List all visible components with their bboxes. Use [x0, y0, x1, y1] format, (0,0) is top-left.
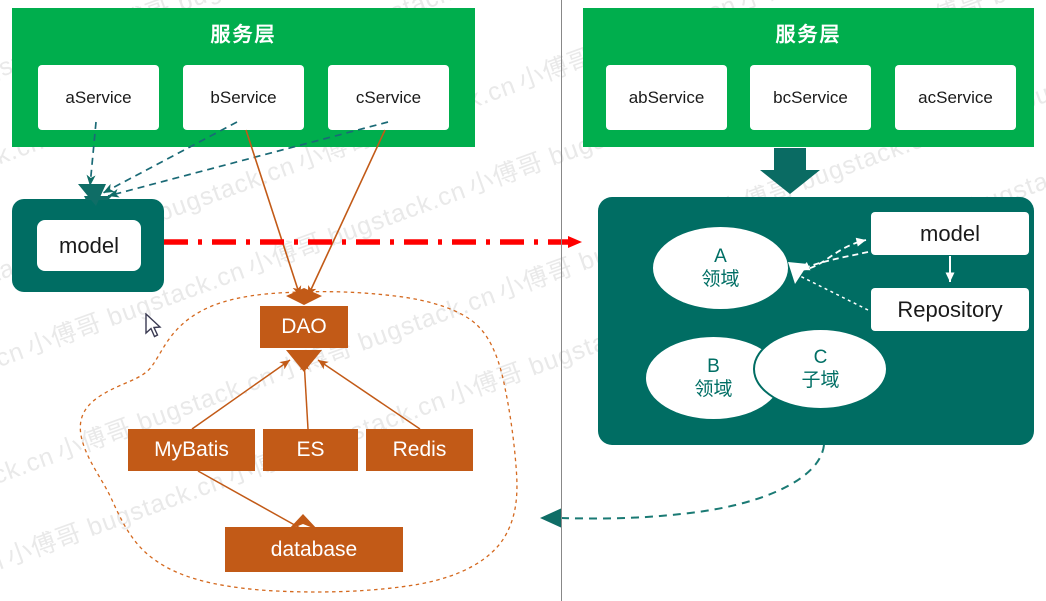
domain-letter: B: [707, 355, 720, 377]
dao-bottom-arrowhead: [286, 350, 322, 372]
service-box-aservice[interactable]: aService: [38, 65, 159, 130]
domain-model-chip[interactable]: model: [871, 212, 1029, 255]
right-service-layer-panel: 服务层 abService bcService acService: [583, 8, 1034, 147]
left-service-to-dao-connectors: [245, 129, 386, 305]
store-box-redis[interactable]: Redis: [366, 429, 473, 471]
model-label: model: [920, 220, 980, 246]
service-label: cService: [355, 87, 422, 107]
domain-name: 领域: [694, 378, 733, 400]
repository-chip[interactable]: Repository: [871, 288, 1029, 331]
feedback-arrowhead: [540, 508, 562, 528]
cservice-to-dao-solid: [307, 129, 386, 297]
service-label: acService: [918, 87, 993, 107]
service-label: abService: [628, 87, 705, 107]
mybatis-to-database-solid: [197, 470, 301, 529]
domain-ellipse-a[interactable]: A 领域: [653, 227, 788, 309]
right-domain-container: A 领域 B 领域 C 子域 model Repository: [598, 197, 1034, 445]
database-label: database: [270, 537, 358, 561]
store-label: MyBatis: [154, 438, 229, 461]
service-box-bservice[interactable]: bService: [183, 65, 304, 130]
domain-ellipse-c[interactable]: C 子域: [753, 328, 888, 410]
domain-letter: A: [714, 245, 727, 267]
mouse-cursor-icon: [145, 313, 162, 338]
model-label: model: [59, 232, 119, 258]
service-label: aService: [65, 87, 132, 107]
store-box-mybatis[interactable]: MyBatis: [128, 429, 255, 471]
service-label: bService: [210, 87, 277, 107]
dao-label: DAO: [281, 315, 327, 338]
service-box-bcservice[interactable]: bcService: [750, 65, 871, 130]
store-label: ES: [296, 438, 325, 461]
bservice-to-dao-solid: [245, 129, 302, 297]
diagram-canvas: 小傅哥 bugstack.cn小傅哥 bugstack.cn小傅哥 bugsta…: [0, 0, 1046, 601]
model-chip[interactable]: model: [37, 220, 141, 271]
thick-down-arrow-icon: [760, 148, 820, 194]
domain-letter: C: [813, 346, 828, 368]
repository-label: Repository: [897, 296, 1003, 322]
store-box-es[interactable]: ES: [263, 429, 358, 471]
domain-name: 子域: [801, 369, 840, 391]
panel-divider: [561, 0, 562, 601]
dao-top-arrowhead: [286, 288, 322, 305]
left-service-layer-title: 服务层: [210, 24, 277, 46]
service-box-acservice[interactable]: acService: [895, 65, 1016, 130]
database-box[interactable]: database: [225, 527, 403, 572]
domain-to-dao-cluster-dashed-curve: [559, 444, 825, 520]
right-service-to-domain-arrow: [760, 148, 820, 194]
dao-box[interactable]: DAO: [260, 306, 348, 348]
right-to-left-feedback-connector: [540, 444, 825, 528]
right-service-layer-title: 服务层: [775, 24, 842, 46]
store-label: Redis: [392, 438, 447, 461]
service-label: bcService: [773, 87, 848, 107]
service-box-cservice[interactable]: cService: [328, 65, 449, 130]
left-model-container: model: [12, 199, 164, 292]
es-to-dao-solid: [300, 359, 310, 430]
service-box-abservice[interactable]: abService: [606, 65, 727, 130]
left-service-layer-panel: 服务层 aService bService cService: [12, 8, 475, 147]
redis-to-dao-solid: [317, 359, 421, 430]
mybatis-to-dao-solid: [191, 359, 291, 430]
domain-name: 领域: [701, 268, 740, 290]
